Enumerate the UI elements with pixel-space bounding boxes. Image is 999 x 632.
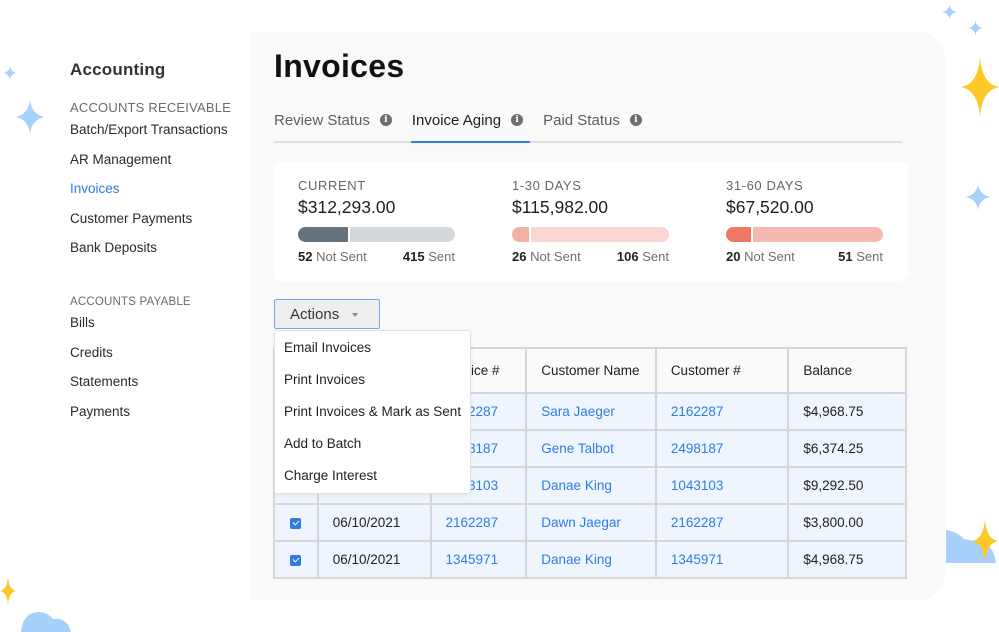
customer-number-link[interactable]: 1043103: [654, 466, 790, 505]
menu-item-add-to-batch[interactable]: Add to Batch: [275, 433, 470, 465]
customer-name-link[interactable]: Sara Jaeger: [525, 392, 657, 431]
bar-segment-not-sent: [298, 227, 349, 242]
bucket-counts: 20 Not Sent 51 Sent: [726, 249, 883, 264]
row-select-cell: [273, 503, 319, 542]
tab-invoice-aging[interactable]: Invoice Aging i: [410, 110, 531, 143]
tab-label: Review Status: [274, 111, 370, 129]
sparkle-icon: [942, 4, 957, 20]
sidebar-item-invoices[interactable]: Invoices: [70, 180, 250, 210]
actions-label: Actions: [290, 305, 340, 323]
column-header-balance[interactable]: Balance: [787, 347, 907, 394]
info-icon[interactable]: i: [511, 114, 524, 126]
info-icon[interactable]: i: [629, 114, 642, 126]
balance-cell: $9,292.50: [787, 466, 907, 505]
actions-dropdown-button[interactable]: Actions: [274, 299, 380, 329]
sidebar-item-payments[interactable]: Payments: [70, 403, 250, 433]
sparkle-icon: [961, 57, 999, 117]
sidebar-item-bills[interactable]: Bills: [70, 314, 250, 344]
not-sent-count: 20 Not Sent: [726, 249, 795, 264]
sidebar-item-ar-management[interactable]: AR Management: [70, 151, 250, 181]
not-sent-count: 26 Not Sent: [512, 249, 581, 264]
bucket-counts: 26 Not Sent 106 Sent: [512, 249, 669, 264]
sidebar-item-customer-payments[interactable]: Customer Payments: [70, 210, 250, 240]
customer-name-link[interactable]: Dawn Jaegar: [525, 503, 657, 542]
bar-segment-not-sent: [726, 227, 752, 242]
bucket-amount: $115,982.00: [512, 197, 609, 217]
balance-cell: $3,800.00: [787, 503, 907, 542]
invoice-number-link[interactable]: 2162287: [429, 503, 528, 542]
balance-cell: $4,968.75: [787, 540, 907, 579]
customer-name-link[interactable]: Danae King: [525, 466, 657, 505]
sparkle-icon: [968, 20, 983, 36]
sent-progress-bar: [726, 227, 883, 242]
sidebar-item-statements[interactable]: Statements: [70, 373, 250, 403]
aging-bucket-1-30-days: 1-30 DAYS $115,982.00 26 Not Sent 106 Se…: [512, 178, 669, 264]
info-icon[interactable]: i: [379, 114, 392, 126]
column-header-customer-name[interactable]: Customer Name: [525, 347, 657, 394]
sparkle-icon: [15, 100, 45, 134]
date-cell: 06/10/2021: [316, 540, 432, 579]
menu-item-charge-interest[interactable]: Charge Interest: [275, 465, 470, 497]
menu-item-print-invoices[interactable]: Print Invoices: [275, 369, 470, 401]
bar-segment-sent: [753, 227, 883, 242]
not-sent-count: 52 Not Sent: [298, 249, 367, 264]
column-header-customer-number[interactable]: Customer #: [654, 347, 790, 394]
aging-bucket-31-60-days: 31-60 DAYS $67,520.00 20 Not Sent 51 Sen…: [726, 178, 883, 264]
customer-number-link[interactable]: 1345971: [654, 540, 790, 579]
customer-name-link[interactable]: Danae King: [525, 540, 657, 579]
sent-progress-bar: [298, 227, 455, 242]
bucket-amount: $312,293.00: [298, 197, 396, 217]
sparkle-icon: [965, 183, 991, 211]
row-checkbox[interactable]: [290, 517, 302, 529]
row-select-cell: [273, 540, 319, 579]
tab-bar: Review Status i Invoice Aging i Paid Sta…: [274, 110, 902, 143]
date-cell: 06/10/2021: [316, 503, 432, 542]
actions-menu: Email Invoices Print Invoices Print Invo…: [274, 330, 471, 494]
balance-cell: $6,374.25: [787, 429, 907, 468]
menu-item-email-invoices[interactable]: Email Invoices: [275, 337, 470, 369]
sidebar-section-accounts-payable: ACCOUNTS PAYABLE: [70, 295, 191, 308]
sidebar-title: Accounting: [70, 60, 166, 79]
row-checkbox[interactable]: [290, 554, 302, 566]
bar-segment-sent: [531, 227, 669, 242]
bucket-label: CURRENT: [298, 178, 366, 193]
bucket-label: 31-60 DAYS: [726, 178, 804, 193]
bar-segment-sent: [350, 227, 455, 242]
cloud-icon: [21, 610, 73, 632]
bucket-amount: $67,520.00: [726, 197, 814, 217]
balance-cell: $4,968.75: [787, 392, 907, 431]
table-row[interactable]: 06/10/2021 1345971 Danae King 1345971 $4…: [273, 540, 907, 579]
invoice-number-link[interactable]: 1345971: [429, 540, 528, 579]
sent-count: 415 Sent: [402, 249, 455, 264]
bucket-label: 1-30 DAYS: [512, 178, 582, 193]
tab-label: Invoice Aging: [411, 111, 502, 129]
tab-paid-status[interactable]: Paid Status i: [543, 110, 642, 130]
table-row[interactable]: 06/10/2021 2162287 Dawn Jaegar 2162287 $…: [273, 503, 907, 542]
caret-down-icon: [352, 312, 359, 317]
customer-number-link[interactable]: 2162287: [654, 503, 790, 542]
customer-number-link[interactable]: 2162287: [654, 392, 790, 431]
sidebar-section-accounts-receivable: ACCOUNTS RECEIVABLE: [70, 100, 232, 115]
main-panel: Invoices Review Status i Invoice Aging i…: [250, 32, 945, 600]
sparkle-icon: [972, 519, 998, 563]
sparkle-icon: [0, 577, 16, 605]
tab-label: Paid Status: [543, 111, 620, 129]
sidebar-item-credits[interactable]: Credits: [70, 344, 250, 374]
sidebar-item-batch-export[interactable]: Batch/Export Transactions: [70, 121, 250, 151]
sparkle-icon: [3, 66, 17, 80]
tab-review-status[interactable]: Review Status i: [274, 110, 392, 130]
sent-count: 51 Sent: [838, 249, 883, 264]
page-title: Invoices: [274, 48, 405, 84]
bucket-counts: 52 Not Sent 415 Sent: [298, 249, 455, 264]
aging-summary-card: CURRENT $312,293.00 52 Not Sent 415 Sent…: [274, 161, 908, 281]
bar-segment-not-sent: [512, 227, 530, 242]
aging-bucket-current: CURRENT $312,293.00 52 Not Sent 415 Sent: [298, 178, 455, 264]
sent-progress-bar: [512, 227, 669, 242]
sidebar: Accounting ACCOUNTS RECEIVABLE Batch/Exp…: [70, 60, 250, 432]
menu-item-print-and-mark-sent[interactable]: Print Invoices & Mark as Sent: [275, 401, 470, 433]
sent-count: 106 Sent: [616, 249, 669, 264]
customer-number-link[interactable]: 2498187: [654, 429, 790, 468]
sidebar-item-bank-deposits[interactable]: Bank Deposits: [70, 239, 250, 269]
customer-name-link[interactable]: Gene Talbot: [525, 429, 657, 468]
